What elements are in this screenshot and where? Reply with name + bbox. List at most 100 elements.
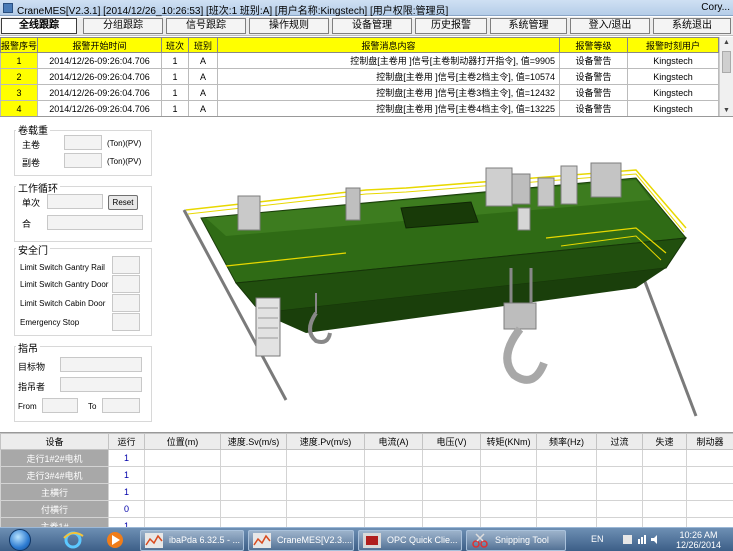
alarm-time: 2014/12/26-09:26:04.706 <box>37 68 162 85</box>
col-brake[interactable]: 制动器 <box>686 433 733 450</box>
taskbar-cranemes[interactable]: CraneMES[V2.3.... <box>248 530 354 551</box>
main-hoist-load-field <box>64 135 102 150</box>
tray-volume-icon[interactable] <box>651 535 660 544</box>
col-voltage[interactable]: 电压(V) <box>422 433 481 450</box>
alarm-crew: A <box>188 100 218 116</box>
menu-group-tracking[interactable]: 分组跟踪 <box>83 18 163 34</box>
aux-hoist-label: 副卷 <box>22 158 41 168</box>
alarm-shift: 1 <box>161 68 189 85</box>
table-row[interactable]: 付横行 0 <box>0 500 733 518</box>
tray-network-icon[interactable] <box>637 535 646 544</box>
equipment-running: 1 <box>108 466 145 484</box>
scroll-up-icon[interactable]: ▲ <box>720 37 733 49</box>
status-panel: 卷载重 主卷 (Ton)(PV) 副卷 (Ton)(PV) 工作循环 单次 Re… <box>0 118 165 430</box>
menu-system-management[interactable]: 系统管理 <box>490 18 567 34</box>
col-speed-pv[interactable]: 速度.Pv(m/s) <box>286 433 365 450</box>
col-alarm-level[interactable]: 报警等级 <box>559 37 628 53</box>
window-title: CraneMES[V2.3.1] [2014/12/26_10:26:53] [… <box>17 6 449 17</box>
to-field <box>102 398 140 413</box>
col-alarm-message[interactable]: 报警消息内容 <box>217 37 560 53</box>
crane-3d-view[interactable] <box>166 118 733 430</box>
alarm-crew: A <box>188 84 218 101</box>
start-button[interactable] <box>0 528 44 551</box>
col-alarm-user[interactable]: 报警时刻用户 <box>627 37 719 53</box>
col-frequency[interactable]: 频率(Hz) <box>536 433 597 450</box>
alarm-table-header: 报警序号 报警开始时间 班次 班别 报警消息内容 报警等级 报警时刻用户 <box>0 37 719 53</box>
equipment-name: 走行3#4#电机 <box>0 466 109 484</box>
alarm-message: 控制盘[主卷用 ]信号[主卷4档主令], 值=13225 <box>217 100 560 116</box>
gantry-rail-limit-indicator <box>112 256 140 274</box>
taskbar-opc-client[interactable]: OPC Quick Clie... <box>358 530 462 551</box>
reset-button[interactable]: Reset <box>108 195 138 210</box>
alarm-message: 控制盘[主卷用 ]信号[主卷2档主令], 值=10574 <box>217 68 560 85</box>
col-shift[interactable]: 班次 <box>161 37 189 53</box>
opc-icon <box>363 533 381 548</box>
alarm-shift: 1 <box>161 84 189 101</box>
menu-system-exit[interactable]: 系统退出 <box>653 18 731 34</box>
menu-login-logout[interactable]: 登入/退出 <box>570 18 650 34</box>
single-cycle-label: 单次 <box>22 198 41 208</box>
taskbar-ibapda[interactable]: ibaPda 6.32.5 - ... <box>140 530 244 551</box>
menu-alarm-history[interactable]: 历史报警 <box>415 18 487 34</box>
table-row[interactable]: 1 2014/12/26-09:26:04.706 1 A 控制盘[主卷用 ]信… <box>0 52 719 69</box>
equipment-name: 主横行 <box>0 483 109 501</box>
table-row[interactable]: 走行1#2#电机 1 <box>0 449 733 467</box>
col-current[interactable]: 电流(A) <box>364 433 423 450</box>
total-cycle-field <box>47 215 143 230</box>
scroll-thumb[interactable] <box>722 51 731 73</box>
alarm-user: Kingstech <box>627 52 719 69</box>
menu-equipment-management[interactable]: 设备管理 <box>332 18 412 34</box>
emergency-stop-label: Emergency Stop <box>20 318 80 327</box>
hoister-field <box>60 377 142 392</box>
alarm-shift: 1 <box>161 52 189 69</box>
taskbar-snipping-tool[interactable]: Snipping Tool <box>466 530 566 551</box>
col-position[interactable]: 位置(m) <box>144 433 221 450</box>
safety-door-title: 安全门 <box>16 242 50 257</box>
hoist-assignment-title: 指吊 <box>16 340 40 355</box>
menu-operation-rules[interactable]: 操作规则 <box>249 18 329 34</box>
col-overcurrent[interactable]: 过流 <box>596 433 643 450</box>
aux-hoist-unit: (Ton)(PV) <box>107 157 142 166</box>
col-alarm-no[interactable]: 报警序号 <box>0 37 38 53</box>
alarm-message: 控制盘[主卷用 ]信号[主卷制动器打开指令], 值=9905 <box>217 52 560 69</box>
menu-full-line-tracking[interactable]: 全线跟踪 <box>1 18 77 34</box>
equipment-name: 付横行 <box>0 500 109 518</box>
alarm-table-scrollbar[interactable]: ▲ ▼ <box>719 37 733 116</box>
alarm-table: 报警序号 报警开始时间 班次 班别 报警消息内容 报警等级 报警时刻用户 1 2… <box>0 37 719 116</box>
to-label: To <box>88 402 97 411</box>
col-crew[interactable]: 班别 <box>188 37 218 53</box>
col-equipment[interactable]: 设备 <box>0 433 109 450</box>
media-player-icon[interactable] <box>104 530 126 550</box>
alarm-level: 设备警告 <box>559 68 628 85</box>
title-bar: CraneMES[V2.3.1] [2014/12/26_10:26:53] [… <box>0 0 733 17</box>
table-row[interactable]: 3 2014/12/26-09:26:04.706 1 A 控制盘[主卷用 ]信… <box>0 84 719 101</box>
taskbar-snipping-label: Snipping Tool <box>495 535 549 545</box>
table-row[interactable]: 主卷1# 1 <box>0 517 733 527</box>
alarm-crew: A <box>188 68 218 85</box>
table-row[interactable]: 4 2014/12/26-09:26:04.706 1 A 控制盘[主卷用 ]信… <box>0 100 719 116</box>
scroll-down-icon[interactable]: ▼ <box>720 105 733 116</box>
table-row[interactable]: 走行3#4#电机 1 <box>0 466 733 484</box>
equipment-name: 主卷1# <box>0 517 109 527</box>
tray-flag-icon[interactable] <box>623 535 632 544</box>
alarm-time: 2014/12/26-09:26:04.706 <box>37 84 162 101</box>
col-stall[interactable]: 失速 <box>642 433 687 450</box>
taskbar-cranemes-label: CraneMES[V2.3.... <box>277 535 353 545</box>
clock-time: 10:26 AM <box>679 530 718 540</box>
menu-signal-tracking[interactable]: 信号跟踪 <box>166 18 246 34</box>
cabin-door-limit-label: Limit Switch Cabin Door <box>20 299 106 308</box>
single-cycle-field <box>47 194 103 209</box>
windows-orb-icon <box>9 529 31 551</box>
ie-icon[interactable] <box>62 530 84 550</box>
system-clock[interactable]: 10:26 AM 12/26/2014 <box>676 530 721 550</box>
table-row[interactable]: 2 2014/12/26-09:26:04.706 1 A 控制盘[主卷用 ]信… <box>0 68 719 85</box>
col-torque[interactable]: 转矩(KNm) <box>480 433 537 450</box>
table-row[interactable]: 主横行 1 <box>0 483 733 501</box>
alarm-user: Kingstech <box>627 84 719 101</box>
equipment-name: 走行1#2#电机 <box>0 449 109 467</box>
main-menu-bar: 全线跟踪 分组跟踪 信号跟踪 操作规则 设备管理 历史报警 系统管理 登入/退出… <box>0 17 733 36</box>
language-indicator[interactable]: EN <box>591 534 604 544</box>
col-alarm-start-time[interactable]: 报警开始时间 <box>37 37 162 53</box>
col-running[interactable]: 运行 <box>108 433 145 450</box>
col-speed-sv[interactable]: 速度.Sv(m/s) <box>220 433 287 450</box>
